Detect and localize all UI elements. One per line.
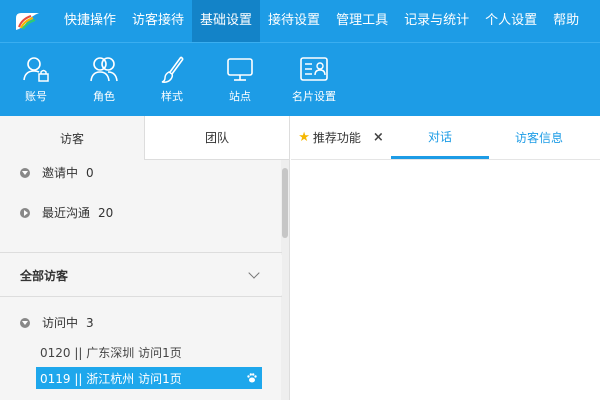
app-logo xyxy=(0,0,56,42)
menu-personal-settings[interactable]: 个人设置 xyxy=(477,0,545,42)
group-inviting-count: 0 xyxy=(86,165,94,180)
rainbow-logo-icon xyxy=(16,13,39,30)
visitor-item-text: 0120 || 广东深圳 访问1页 xyxy=(40,345,182,360)
visitor-item[interactable]: 0120 || 广东深圳 访问1页 xyxy=(36,341,262,363)
expand-right-icon xyxy=(20,207,30,218)
role-label: 角色 xyxy=(93,90,115,103)
group-recent-label: 最近沟通 xyxy=(42,206,91,220)
site-label: 站点 xyxy=(229,90,251,103)
tab-recommended[interactable]: ★ 推荐功能 × xyxy=(291,116,391,159)
tab-recommended-label: 推荐功能 xyxy=(312,131,361,145)
menu-records-stats[interactable]: 记录与统计 xyxy=(396,0,477,42)
group-inviting-label: 邀请中 xyxy=(42,166,79,180)
visitor-panel: 访客 团队 邀请中 0 最近沟通 20 全部访客 访问中 3 0120 || 广… xyxy=(0,116,290,400)
chat-panel: ★ 推荐功能 × 对话 访客信息 xyxy=(291,116,600,400)
star-icon: ★ xyxy=(298,130,310,145)
account-label: 账号 xyxy=(25,90,47,103)
style-label: 样式 xyxy=(161,90,183,103)
tab-visitor-info[interactable]: 访客信息 xyxy=(489,116,589,159)
visitor-panel-tabs: 访客 团队 xyxy=(0,116,289,160)
settings-toolbar: 账号 角色 样式 站点 名片设置 xyxy=(0,42,600,116)
menu-basic-settings[interactable]: 基础设置 xyxy=(192,0,261,42)
group-visiting[interactable]: 访问中 3 xyxy=(20,314,94,331)
role-users-icon xyxy=(90,57,118,82)
group-visiting-label: 访问中 xyxy=(42,316,79,330)
expand-down-icon xyxy=(20,317,30,328)
visitor-item-selected[interactable]: 0119 || 浙江杭州 访问1页 xyxy=(36,367,262,389)
chat-panel-tabs: ★ 推荐功能 × 对话 访客信息 xyxy=(291,116,600,160)
close-icon[interactable]: × xyxy=(373,130,384,145)
all-visitors-header[interactable]: 全部访客 xyxy=(0,255,282,295)
section-divider xyxy=(0,252,282,253)
scrollbar-thumb[interactable] xyxy=(282,168,288,238)
expand-down-icon xyxy=(20,167,30,178)
group-recent[interactable]: 最近沟通 20 xyxy=(20,204,113,221)
top-menu-bar: 快捷操作 访客接待 基础设置 接待设置 管理工具 记录与统计 个人设置 帮助 xyxy=(0,0,600,42)
group-inviting[interactable]: 邀请中 0 xyxy=(20,164,94,181)
menu-reception-settings[interactable]: 接待设置 xyxy=(260,0,328,42)
group-visiting-count: 3 xyxy=(86,315,94,330)
card-icon xyxy=(300,57,328,81)
account-lock-icon xyxy=(23,57,49,82)
monitor-icon xyxy=(227,58,253,81)
all-visitors-title: 全部访客 xyxy=(20,268,69,283)
tab-team[interactable]: 团队 xyxy=(144,116,289,160)
account-button[interactable]: 账号 xyxy=(2,43,70,115)
brush-icon xyxy=(161,56,184,83)
paw-icon xyxy=(247,373,257,383)
group-recent-count: 20 xyxy=(98,205,114,220)
menu-visitor-reception[interactable]: 访客接待 xyxy=(124,0,192,42)
tab-chat[interactable]: 对话 xyxy=(391,116,489,159)
card-settings-label: 名片设置 xyxy=(292,90,336,103)
visitor-item-text: 0119 || 浙江杭州 访问1页 xyxy=(40,371,182,386)
role-button[interactable]: 角色 xyxy=(70,43,138,115)
section-divider xyxy=(0,296,282,297)
menu-quick-actions[interactable]: 快捷操作 xyxy=(56,0,124,42)
site-button[interactable]: 站点 xyxy=(206,43,274,115)
menu-help[interactable]: 帮助 xyxy=(545,0,587,42)
chat-content-area xyxy=(291,160,600,400)
style-button[interactable]: 样式 xyxy=(138,43,206,115)
scrollbar[interactable] xyxy=(281,160,289,400)
card-settings-button[interactable]: 名片设置 xyxy=(274,43,354,115)
chevron-down-icon[interactable] xyxy=(248,267,260,279)
tab-visitor[interactable]: 访客 xyxy=(0,116,144,160)
menu-management-tools[interactable]: 管理工具 xyxy=(328,0,396,42)
